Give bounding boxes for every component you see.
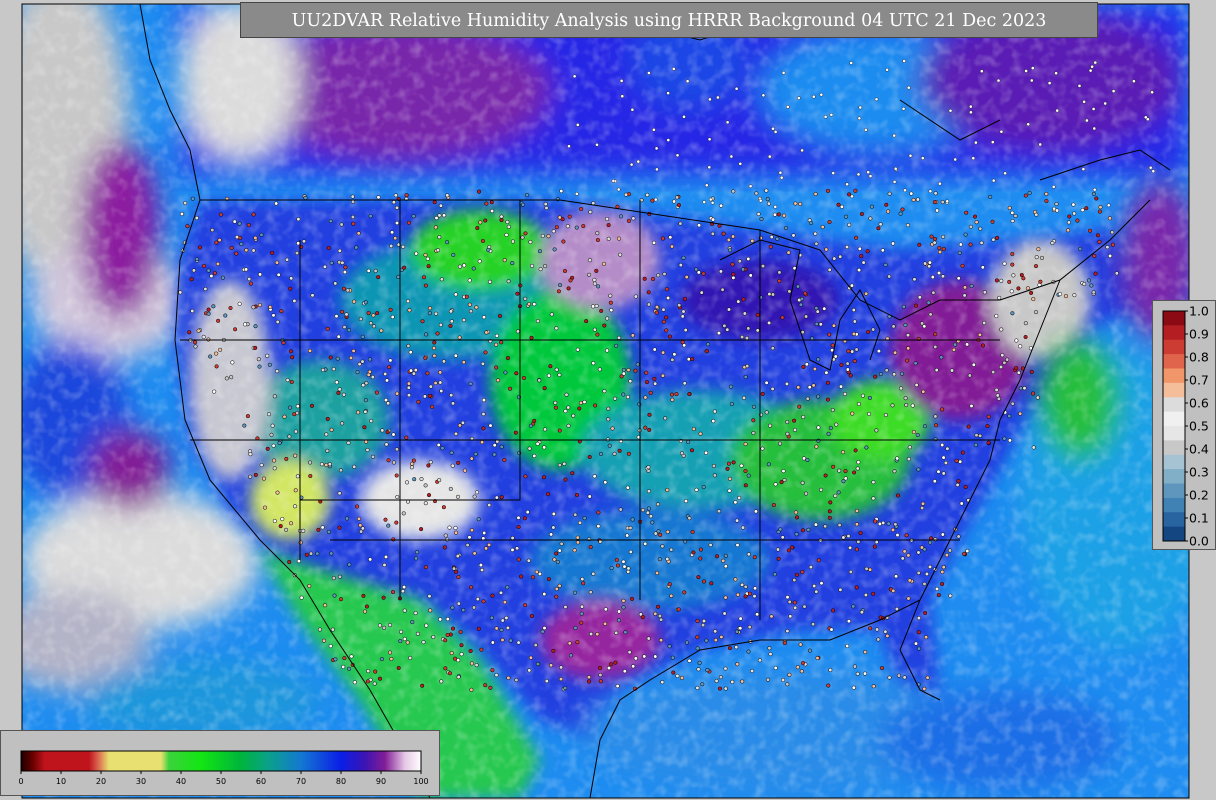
observation-tick-label: 0.2 <box>1189 488 1209 503</box>
map-title: UU2DVAR Relative Humidity Analysis using… <box>240 2 1098 38</box>
humidity-tick-label: 20 <box>96 777 106 786</box>
humidity-tick-label: 60 <box>256 777 266 786</box>
observation-colorbar-swatch <box>1163 382 1185 398</box>
observation-tick-label: 0.6 <box>1189 396 1209 411</box>
observation-tick-label: 0.7 <box>1189 373 1209 388</box>
humidity-tick-label: 100 <box>413 777 428 786</box>
observation-colorbar-swatch <box>1163 368 1185 384</box>
observation-colorbar-swatch <box>1163 411 1185 427</box>
observation-tick-label: 0.4 <box>1189 442 1209 457</box>
humidity-tick-label: 50 <box>216 777 226 786</box>
observation-colorbar: 1.0 0.9 0.8 0.7 0.6 0.5 0.4 0.3 0.2 0.1 0.0 <box>1152 300 1216 550</box>
observation-colorbar-swatch <box>1163 526 1185 542</box>
observation-colorbar-swatch <box>1163 497 1185 513</box>
humidity-analysis-map <box>0 0 1216 800</box>
humidity-tick-label: 40 <box>176 777 186 786</box>
observation-tick-label: 0.3 <box>1189 465 1209 480</box>
observation-tick-label: 0.9 <box>1189 327 1209 342</box>
analysis-field <box>22 4 1189 798</box>
observation-colorbar-swatch <box>1163 454 1185 470</box>
humidity-colorbar: 0 10 20 30 40 50 60 70 80 90 100 <box>0 730 440 796</box>
humidity-tick-label: 70 <box>296 777 306 786</box>
humidity-tick-label: 30 <box>136 777 146 786</box>
observation-colorbar-swatch <box>1163 325 1185 341</box>
observation-colorbar-swatch <box>1163 512 1185 528</box>
observation-colorbar-swatch <box>1163 354 1185 369</box>
observation-colorbar-swatch <box>1163 311 1185 326</box>
observation-tick-label: 0.8 <box>1189 350 1209 365</box>
observation-colorbar-swatch <box>1163 440 1185 456</box>
observation-tick-label: 0.1 <box>1189 511 1209 526</box>
observation-colorbar-swatch <box>1163 469 1185 484</box>
humidity-tick-label: 10 <box>56 777 66 786</box>
observation-tick-label: 0.0 <box>1189 534 1209 549</box>
observation-tick-label: 0.5 <box>1189 419 1209 434</box>
observation-colorbar-swatch <box>1163 483 1185 499</box>
humidity-tick-label: 0 <box>18 777 23 786</box>
humidity-tick-label: 90 <box>376 777 386 786</box>
humidity-tick-label: 80 <box>336 777 346 786</box>
observation-colorbar-swatch <box>1163 426 1185 441</box>
observation-tick-label: 1.0 <box>1189 304 1209 319</box>
observation-colorbar-swatch <box>1163 339 1185 355</box>
humidity-colorbar-ramp <box>20 750 422 772</box>
observation-colorbar-swatch <box>1163 397 1185 413</box>
